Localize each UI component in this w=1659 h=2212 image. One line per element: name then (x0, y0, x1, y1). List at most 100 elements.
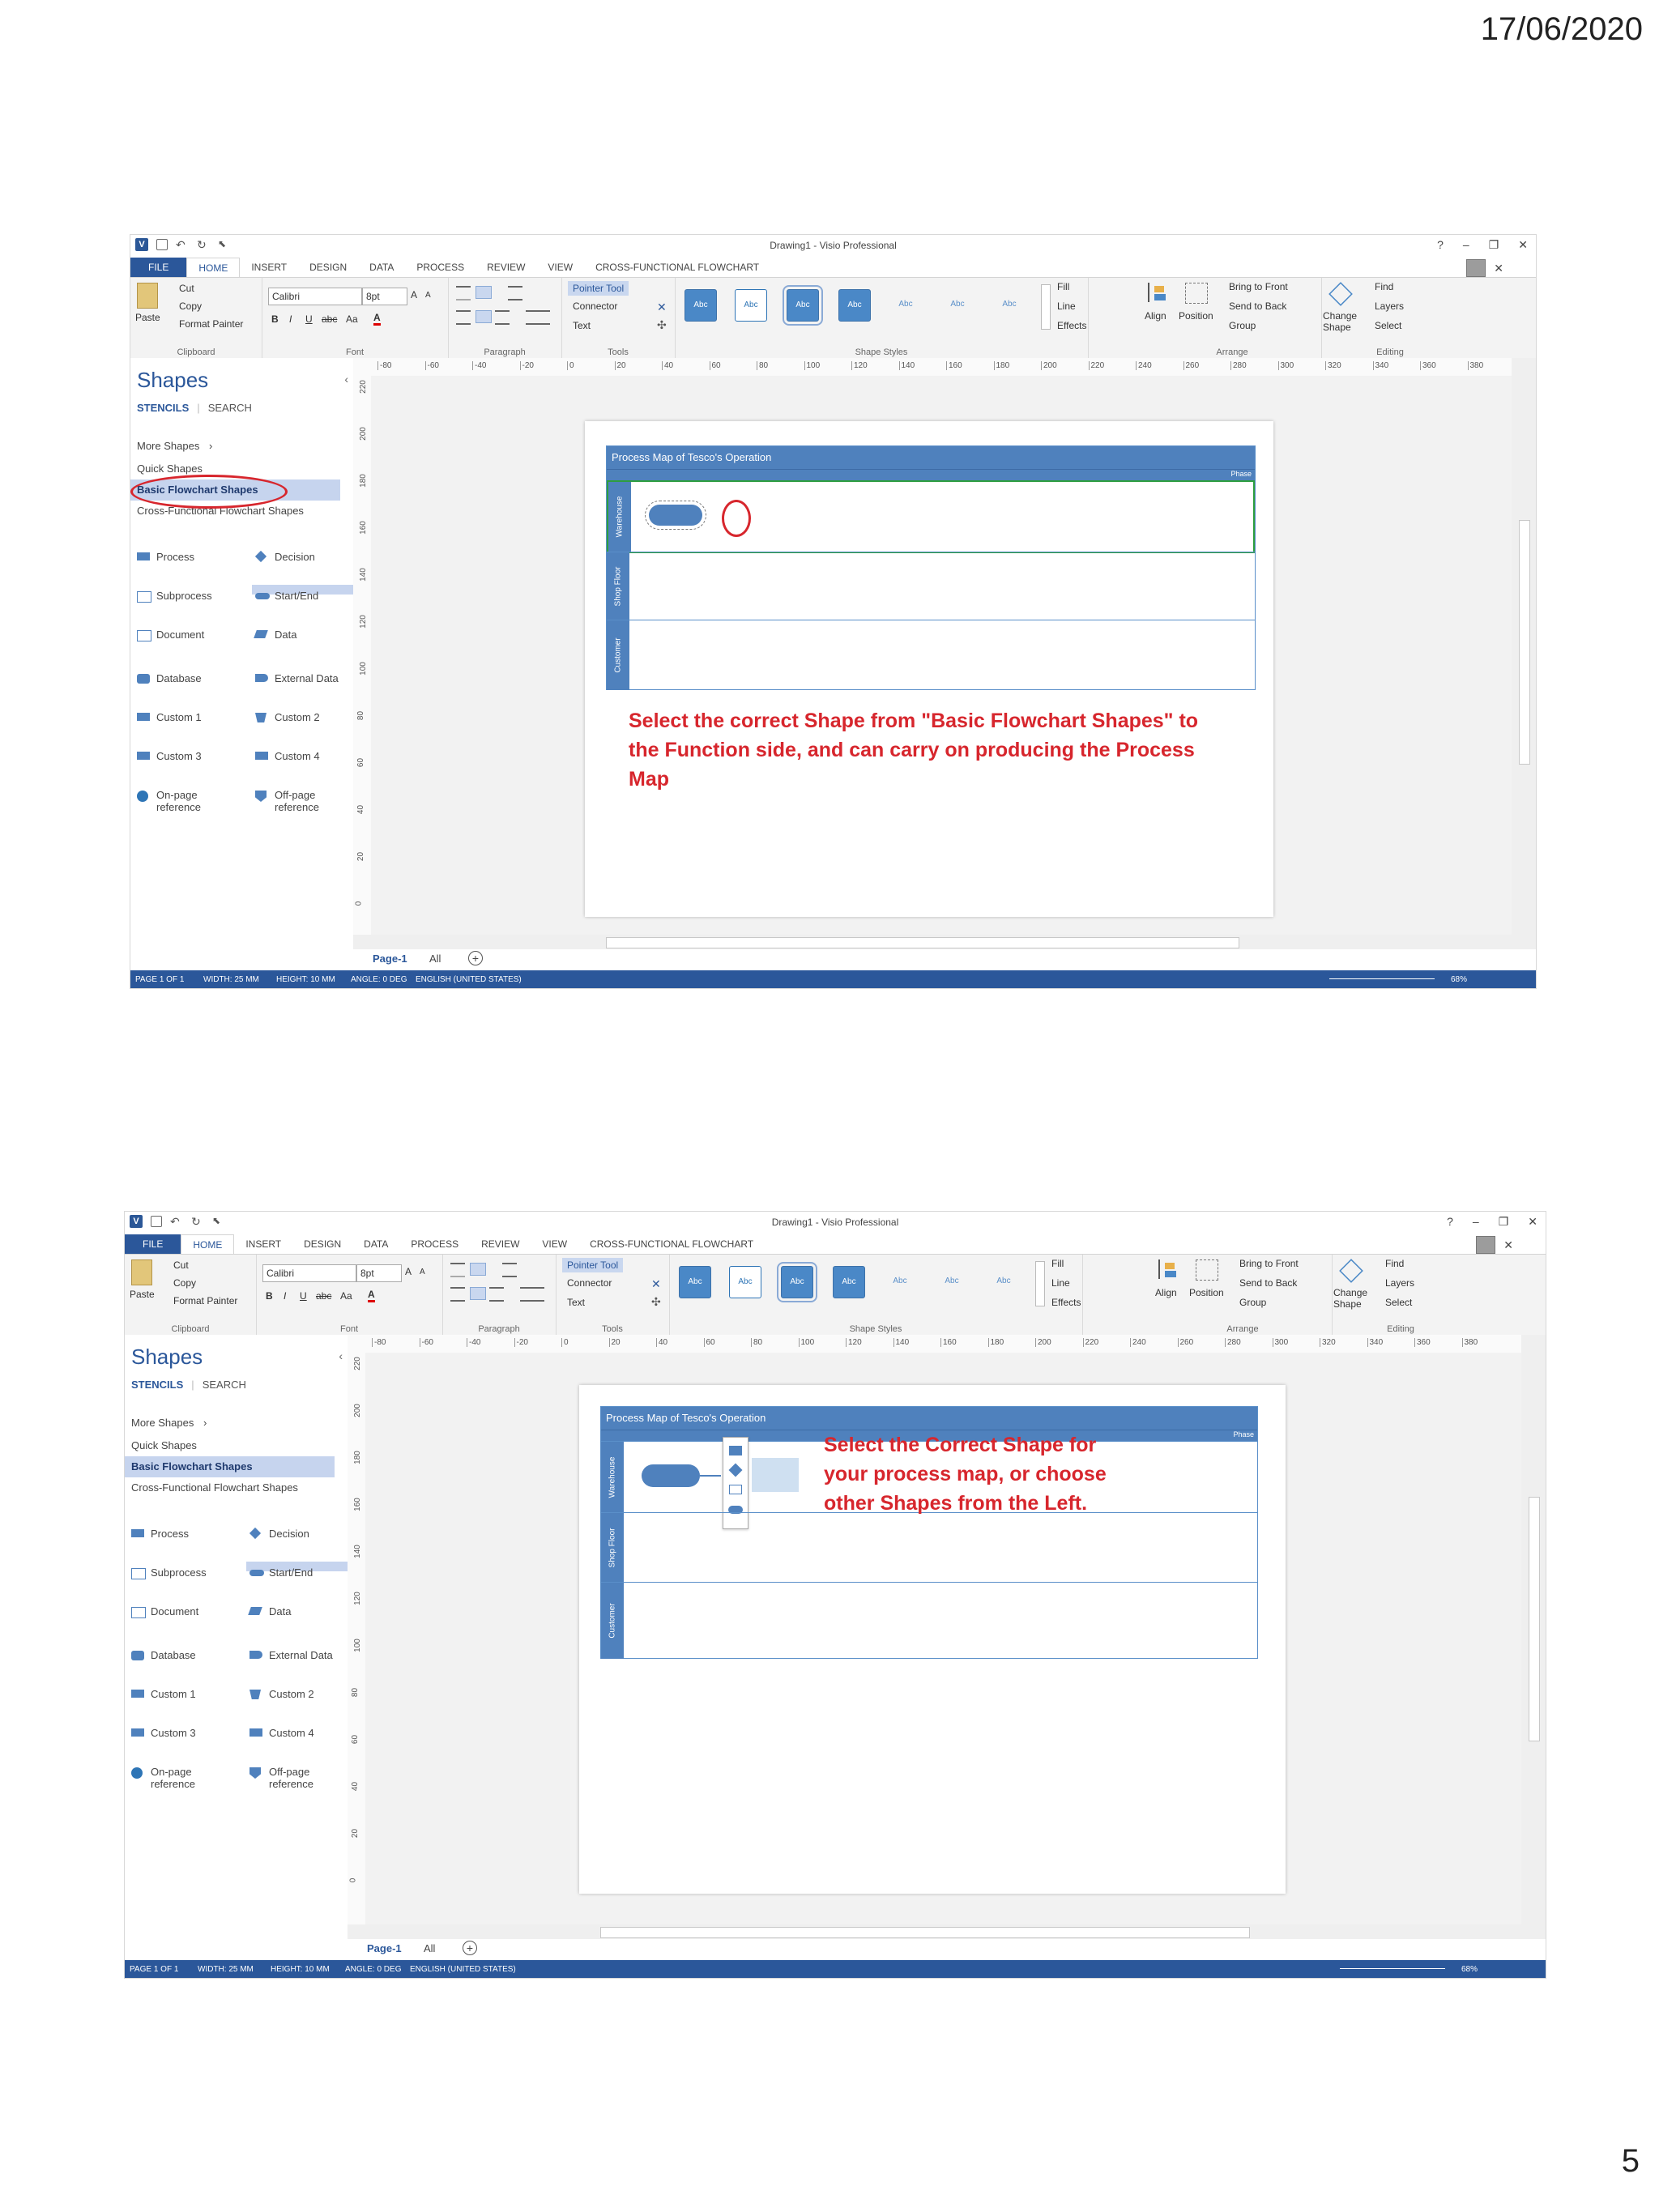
find-button[interactable]: Find (1375, 281, 1393, 292)
style-swatch[interactable]: Abc (777, 1262, 817, 1302)
position-icon[interactable] (1196, 1259, 1218, 1281)
close-doc-icon[interactable]: ✕ (1503, 1238, 1513, 1252)
style-swatch[interactable]: Abc (838, 289, 871, 322)
close-icon[interactable]: ✕ (1528, 1215, 1537, 1229)
position-icon[interactable] (1185, 283, 1208, 304)
all-pages-tab[interactable]: All (429, 953, 441, 965)
vertical-scrollbar[interactable] (1521, 1335, 1546, 1924)
tab-home[interactable]: HOME (186, 258, 241, 277)
align-top-icon[interactable] (456, 286, 471, 300)
tab-file[interactable]: FILE (130, 258, 187, 277)
change-shape-icon[interactable] (1328, 282, 1353, 306)
align-middle-icon[interactable] (476, 286, 492, 299)
drawing-canvas[interactable]: Process Map of Tesco's Operation Phase W… (371, 376, 1512, 935)
layers-button[interactable]: Layers (1375, 300, 1404, 312)
find-button[interactable]: Find (1385, 1258, 1404, 1269)
swimlane-customer[interactable]: Customer (601, 1582, 1257, 1659)
change-shape-icon[interactable] (1339, 1259, 1363, 1283)
copy-button[interactable]: Copy (179, 300, 202, 312)
style-swatch[interactable]: Abc (729, 1266, 761, 1298)
fill-button[interactable]: Fill (1051, 1258, 1064, 1269)
tab-home[interactable]: HOME (181, 1234, 235, 1254)
tab-data[interactable]: DATA (352, 1234, 399, 1254)
text-tool-button[interactable]: Text (567, 1297, 585, 1308)
bold-button[interactable]: B (266, 1290, 273, 1302)
page-tab[interactable]: Page-1 (367, 1942, 402, 1954)
bring-to-front-button[interactable]: Bring to Front (1239, 1258, 1299, 1269)
line-button[interactable]: Line (1051, 1277, 1070, 1289)
zoom-slider[interactable] (1340, 1968, 1445, 1969)
underline-button[interactable]: U (300, 1290, 307, 1302)
tab-cross-functional-flowchart[interactable]: CROSS-FUNCTIONAL FLOWCHART (584, 258, 770, 277)
strikethrough-button[interactable]: abc (316, 1290, 331, 1302)
account-avatar[interactable] (1476, 1236, 1496, 1254)
send-to-back-button[interactable]: Send to Back (1229, 300, 1286, 312)
tab-search[interactable]: SEARCH (208, 402, 252, 414)
tab-search[interactable]: SEARCH (203, 1379, 246, 1391)
align-middle-icon[interactable] (470, 1263, 486, 1276)
send-to-back-button[interactable]: Send to Back (1239, 1277, 1297, 1289)
restore-icon[interactable]: ❐ (1489, 238, 1499, 252)
swimlane-shop-floor[interactable]: Shop Floor (607, 552, 1255, 620)
account-avatar[interactable] (1466, 259, 1486, 277)
group-button[interactable]: Group (1229, 320, 1256, 331)
tab-process[interactable]: PROCESS (399, 1234, 470, 1254)
underline-button[interactable]: U (305, 313, 313, 325)
tab-review[interactable]: REVIEW (470, 1234, 531, 1254)
indent-icon[interactable] (526, 310, 550, 325)
swimlane-shop-floor[interactable]: Shop Floor (601, 1512, 1257, 1583)
shape-item-start-end[interactable]: Start/End (246, 1562, 350, 1579)
style-swatch[interactable]: Abc (679, 1266, 711, 1298)
decision-option-icon[interactable] (728, 1463, 743, 1477)
help-icon[interactable]: ? (1437, 238, 1444, 252)
status-page[interactable]: PAGE 1 OF 1 (130, 1965, 178, 1974)
minimize-icon[interactable]: – (1463, 238, 1469, 252)
close-x-icon[interactable]: ✕ (651, 1277, 661, 1291)
horizontal-scrollbar[interactable] (353, 935, 1536, 949)
tab-stencils[interactable]: STENCILS (137, 402, 189, 414)
strikethrough-button[interactable]: abc (322, 313, 337, 325)
align-left-icon[interactable] (450, 1287, 465, 1302)
font-size-select[interactable]: 8pt (362, 288, 407, 305)
start-end-shape[interactable] (645, 501, 706, 530)
paste-button[interactable]: Paste (135, 312, 160, 323)
stencil-cross-functional-flowchart-shapes[interactable]: Cross-Functional Flowchart Shapes (125, 1477, 335, 1498)
all-pages-tab[interactable]: All (424, 1942, 435, 1954)
font-family-select[interactable]: Calibri (268, 288, 362, 305)
italic-button[interactable]: I (284, 1290, 286, 1302)
style-swatch[interactable]: Abc (942, 289, 973, 320)
group-button[interactable]: Group (1239, 1297, 1266, 1308)
connection-point-icon[interactable]: ✣ (657, 318, 667, 332)
copy-button[interactable]: Copy (173, 1277, 196, 1289)
swimlane-warehouse[interactable]: Warehouse (607, 480, 1255, 553)
status-language[interactable]: ENGLISH (UNITED STATES) (410, 1965, 516, 1974)
tab-file[interactable]: FILE (125, 1234, 181, 1254)
more-shapes-menu[interactable]: More Shapes › (125, 1413, 335, 1434)
select-button[interactable]: Select (1375, 320, 1401, 331)
tab-stencils[interactable]: STENCILS (131, 1379, 183, 1391)
collapse-pane-icon[interactable]: ‹ (339, 1349, 343, 1362)
indent-icon[interactable] (520, 1287, 544, 1302)
status-page[interactable]: PAGE 1 OF 1 (135, 975, 184, 984)
bullets-icon[interactable] (508, 286, 522, 300)
more-shapes-menu[interactable]: More Shapes › (130, 436, 340, 457)
font-color-button[interactable]: A (368, 1289, 375, 1302)
tab-cross-functional-flowchart[interactable]: CROSS-FUNCTIONAL FLOWCHART (578, 1234, 765, 1254)
align-right-icon[interactable] (489, 1287, 504, 1302)
close-icon[interactable]: ✕ (1518, 238, 1528, 252)
cut-button[interactable]: Cut (179, 283, 194, 294)
subprocess-option-icon[interactable] (729, 1485, 742, 1494)
layers-button[interactable]: Layers (1385, 1277, 1414, 1289)
pointer-tool-button[interactable]: Pointer Tool (568, 281, 629, 296)
paste-icon[interactable] (131, 1259, 152, 1285)
tab-insert[interactable]: INSERT (240, 258, 298, 277)
tab-design[interactable]: DESIGN (298, 258, 358, 277)
grow-font-button[interactable]: A (405, 1266, 412, 1277)
tab-design[interactable]: DESIGN (292, 1234, 352, 1254)
change-case-button[interactable]: Aa (340, 1290, 352, 1302)
align-button[interactable]: Align (1145, 310, 1166, 322)
align-button[interactable]: Align (1155, 1287, 1177, 1298)
align-icon[interactable] (1148, 283, 1167, 302)
drawing-canvas[interactable]: Process Map of Tesco's Operation Phase W… (365, 1353, 1521, 1924)
tab-insert[interactable]: INSERT (234, 1234, 292, 1254)
